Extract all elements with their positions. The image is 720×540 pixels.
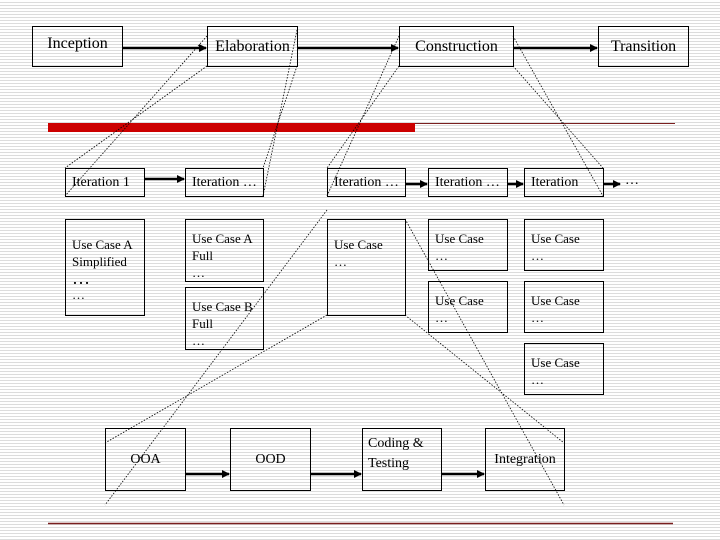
iteration-label: Iteration 1 — [72, 175, 130, 190]
use-case-detail: Full — [192, 316, 213, 331]
use-case-title: Use Case — [435, 231, 484, 246]
activity-ooa[interactable]: OOA — [105, 428, 186, 491]
use-case-construction-3b[interactable]: Use Case … — [524, 281, 604, 333]
use-case-ellipsis: … — [531, 372, 544, 387]
use-case-a-simplified[interactable]: Use Case A Simplified … … — [65, 219, 145, 316]
phase-construction[interactable]: Construction — [399, 26, 514, 67]
iteration-4[interactable]: Iteration … — [428, 168, 508, 197]
iteration-label: Iteration … — [435, 175, 500, 190]
use-case-ellipsis: … — [531, 310, 544, 325]
use-case-title: Use Case — [531, 231, 580, 246]
phase-elaboration[interactable]: Elaboration — [207, 26, 298, 67]
phase-label: Transition — [610, 38, 677, 55]
use-case-ellipsis: … — [72, 268, 90, 288]
use-case-title: Use Case B — [192, 299, 253, 314]
use-case-title: Use Case — [531, 355, 580, 370]
use-case-construction-1[interactable]: Use Case … — [327, 219, 406, 316]
use-case-ellipsis: … — [435, 248, 448, 263]
use-case-ellipsis: … — [334, 254, 347, 269]
activity-label: Coding & — [368, 436, 424, 451]
iteration-3[interactable]: Iteration … — [327, 168, 406, 197]
use-case-title: Use Case — [531, 293, 580, 308]
use-case-construction-3a[interactable]: Use Case … — [524, 219, 604, 271]
use-case-a-full[interactable]: Use Case A Full … — [185, 219, 264, 282]
progress-bar — [48, 123, 415, 132]
phase-label: Construction — [415, 38, 498, 55]
activity-ood[interactable]: OOD — [230, 428, 311, 491]
iteration-2[interactable]: Iteration … — [185, 168, 264, 197]
use-case-title: Use Case A — [192, 231, 253, 246]
phase-label: Inception — [47, 35, 108, 52]
use-case-ellipsis: … — [192, 265, 205, 280]
iteration-label: Iteration — [531, 175, 579, 190]
iteration-label: Iteration … — [334, 175, 399, 190]
activity-coding-testing[interactable]: Coding & Testing — [362, 428, 442, 491]
activity-label: Integration — [494, 452, 556, 467]
iteration-5[interactable]: Iteration — [524, 168, 604, 197]
iteration-1[interactable]: Iteration 1 — [65, 168, 145, 197]
activity-label: Testing — [368, 456, 410, 471]
iteration-more: … — [625, 173, 639, 188]
phase-transition[interactable]: Transition — [598, 26, 689, 67]
use-case-construction-3c[interactable]: Use Case … — [524, 343, 604, 395]
use-case-detail: Full — [192, 248, 213, 263]
use-case-title: Use Case — [334, 237, 383, 252]
phase-label: Elaboration — [215, 38, 290, 55]
iteration-label: Iteration … — [192, 175, 257, 190]
use-case-b-full[interactable]: Use Case B Full … — [185, 287, 264, 350]
use-case-ellipsis: … — [72, 287, 85, 302]
use-case-ellipsis: … — [435, 310, 448, 325]
use-case-ellipsis: … — [192, 333, 205, 348]
activity-label: OOA — [130, 452, 161, 467]
use-case-title: Use Case A — [72, 237, 133, 252]
phase-inception[interactable]: Inception — [32, 26, 123, 67]
use-case-ellipsis: … — [531, 248, 544, 263]
activity-integration[interactable]: Integration — [485, 428, 565, 491]
use-case-construction-2b[interactable]: Use Case … — [428, 281, 508, 333]
activity-label: OOD — [255, 452, 286, 467]
use-case-title: Use Case — [435, 293, 484, 308]
use-case-construction-2a[interactable]: Use Case … — [428, 219, 508, 271]
